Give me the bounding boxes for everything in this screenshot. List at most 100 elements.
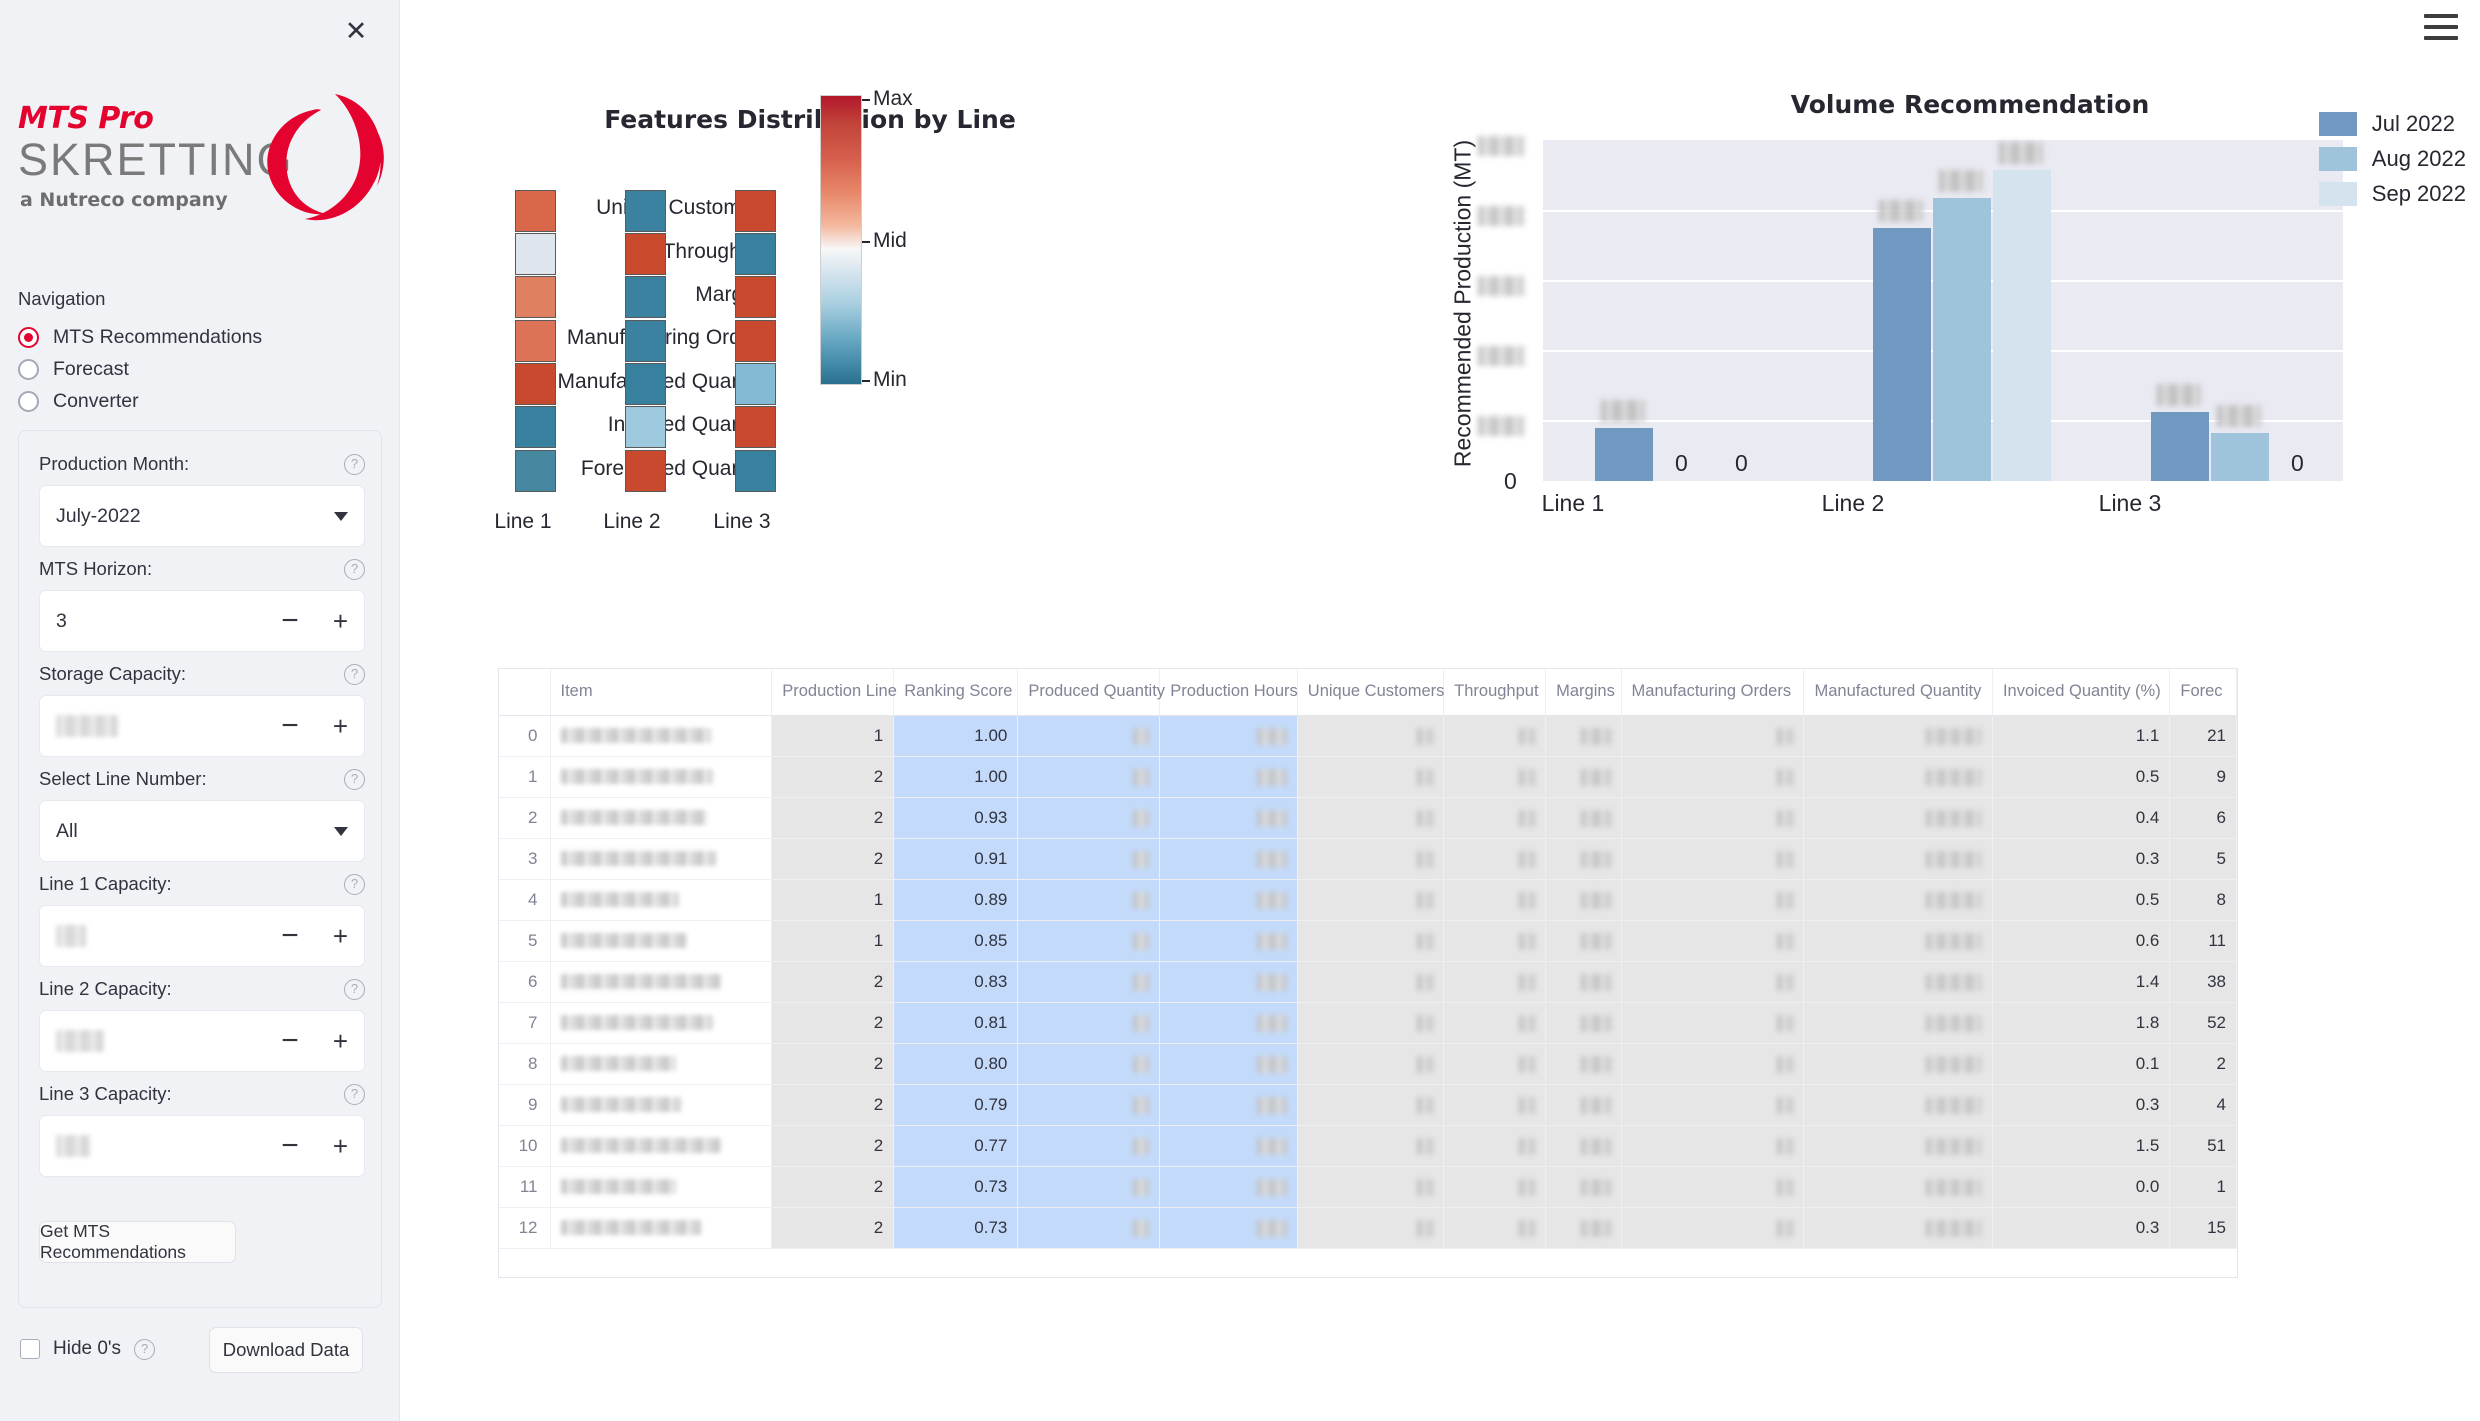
y-tick-redacted [1478,206,1524,226]
table-row[interactable]: 5 1 0.85 0.6 11 [499,920,2237,962]
table-header-cell[interactable]: Margins [1545,669,1622,716]
table-header-cell[interactable]: Manufactured Quantity [1803,669,1993,716]
table-row[interactable]: 12 2 0.73 0.3 15 [499,1207,2237,1249]
decrement-button[interactable]: − [281,606,299,636]
table-row[interactable]: 9 2 0.79 0.3 4 [499,1084,2237,1126]
redacted-value [1580,1178,1611,1196]
decrement-button[interactable]: − [281,1131,299,1161]
redacted-value [1256,932,1287,950]
help-icon[interactable]: ? [344,558,365,580]
sidebar-item-label: Forecast [53,358,129,380]
heatmap-cell [735,190,776,232]
table-row[interactable]: 6 2 0.83 1.4 38 [499,961,2237,1003]
redacted-value [1580,727,1611,745]
skretting-swoosh-icon [267,94,384,221]
table-row[interactable]: 8 2 0.80 0.1 2 [499,1043,2237,1085]
bar-zero-label: 0 [1735,450,1748,476]
table-header-cell[interactable]: Production Hours [1159,669,1298,716]
table-header-cell[interactable]: Invoiced Quantity (%) [1992,669,2171,716]
table-cell-invoiced-quantity-pct: 0.3 [1992,1084,2171,1126]
line1-capacity-stepper[interactable]: − + [39,905,365,967]
table-header-cell[interactable]: Production Line [771,669,897,716]
redacted-value [1133,768,1150,786]
table-cell-unique-customers [1297,1207,1445,1249]
application-root: ✕ MTS Pro SKRETTING a Nutreco company Na… [0,0,2480,1421]
redacted-item-name [560,974,721,989]
help-icon[interactable]: ? [344,663,365,685]
help-icon[interactable]: ? [344,453,365,475]
table-cell-invoiced-quantity-pct: 1.4 [1992,961,2171,1003]
hide-zeros-checkbox[interactable] [20,1339,40,1359]
table-cell-forecasted-quantity: 51 [2169,1125,2237,1167]
table-header-cell[interactable]: Throughput [1443,669,1547,716]
table-cell-ranking-score: 1.00 [893,715,1019,757]
bar-zero-label: 0 [1675,450,1688,476]
table-row[interactable]: 2 2 0.93 0.4 6 [499,797,2237,839]
table-row[interactable]: 4 1 0.89 0.5 8 [499,879,2237,921]
table-cell-production-hours [1159,1043,1298,1085]
sidebar-item-forecast[interactable]: Forecast [18,358,129,381]
table-cell-production-hours [1159,1084,1298,1126]
close-icon[interactable]: ✕ [335,10,377,52]
mts-horizon-stepper[interactable]: 3 − + [39,590,365,652]
redacted-value [1580,809,1611,827]
table-cell-margins [1545,838,1622,880]
increment-button[interactable]: + [333,608,348,634]
storage-capacity-stepper[interactable]: − + [39,695,365,757]
redacted-value [1777,1137,1794,1155]
decrement-button[interactable]: − [281,921,299,951]
redacted-item-name [560,933,686,948]
help-icon[interactable]: ? [344,768,365,790]
table-header-cell[interactable]: Produced Quantity [1017,669,1165,716]
chevron-down-icon[interactable] [334,511,348,521]
chevron-down-icon[interactable] [334,826,348,836]
sidebar-item-mts-recommendations[interactable]: MTS Recommendations [18,326,262,349]
hamburger-menu-icon[interactable] [2424,14,2458,40]
line3-capacity-stepper[interactable]: − + [39,1115,365,1177]
sidebar-item-converter[interactable]: Converter [18,390,139,413]
table-header-index[interactable] [499,669,551,716]
help-icon[interactable]: ? [344,1083,365,1105]
table-row[interactable]: 0 1 1.00 1.1 21 [499,715,2237,757]
table-header-row: Item Production Line Ranking Score Produced… [499,669,2237,716]
increment-button[interactable]: + [333,713,348,739]
app-logo: MTS Pro SKRETTING a Nutreco company [18,94,398,226]
table-header-cell[interactable]: Manufacturing Orders [1621,669,1805,716]
increment-button[interactable]: + [333,1133,348,1159]
get-mts-recommendations-button[interactable]: Get MTS Recommendations [39,1221,236,1263]
help-icon[interactable]: ? [344,978,365,1000]
redacted-value [1256,1055,1287,1073]
table-cell-item [550,797,773,839]
download-data-button[interactable]: Download Data [209,1327,363,1373]
recommendations-table[interactable]: Item Production Line Ranking Score Produced… [498,668,2238,1278]
redacted-item-name [560,1015,713,1030]
legend-label: Jul 2022 [2371,110,2455,136]
table-header-cell[interactable]: Unique Customers [1297,669,1444,716]
table-row[interactable]: 11 2 0.73 0.0 1 [499,1166,2237,1208]
field-label: Production Month: [39,453,190,474]
line2-capacity-stepper[interactable]: − + [39,1010,365,1072]
decrement-button[interactable]: − [281,711,299,741]
table-row[interactable]: 3 2 0.91 0.3 5 [499,838,2237,880]
table-row[interactable]: 1 2 1.00 0.5 9 [499,756,2237,798]
help-icon[interactable]: ? [344,873,365,895]
help-icon[interactable]: ? [134,1338,156,1360]
production-month-select[interactable]: July-2022 [39,485,365,547]
table-row[interactable]: 10 2 0.77 1.5 51 [499,1125,2237,1167]
redacted-value [1256,727,1287,745]
table-cell-throughput [1443,797,1547,839]
table-row[interactable]: 7 2 0.81 1.8 52 [499,1002,2237,1044]
increment-button[interactable]: + [333,1028,348,1054]
table-header-cell[interactable]: Forec [2169,669,2237,716]
redacted-value [1777,891,1794,909]
table-cell-unique-customers [1297,797,1445,839]
table-cell-throughput [1443,838,1547,880]
table-cell-forecasted-quantity: 4 [2169,1084,2237,1126]
table-cell-production-line: 2 [771,797,895,839]
line-number-select[interactable]: All [39,800,365,862]
decrement-button[interactable]: − [281,1026,299,1056]
table-header-cell[interactable]: Item [550,669,773,716]
table-header-cell[interactable]: Ranking Score [893,669,1019,716]
increment-button[interactable]: + [333,923,348,949]
heatmap-column-label: Line 2 [603,510,661,533]
